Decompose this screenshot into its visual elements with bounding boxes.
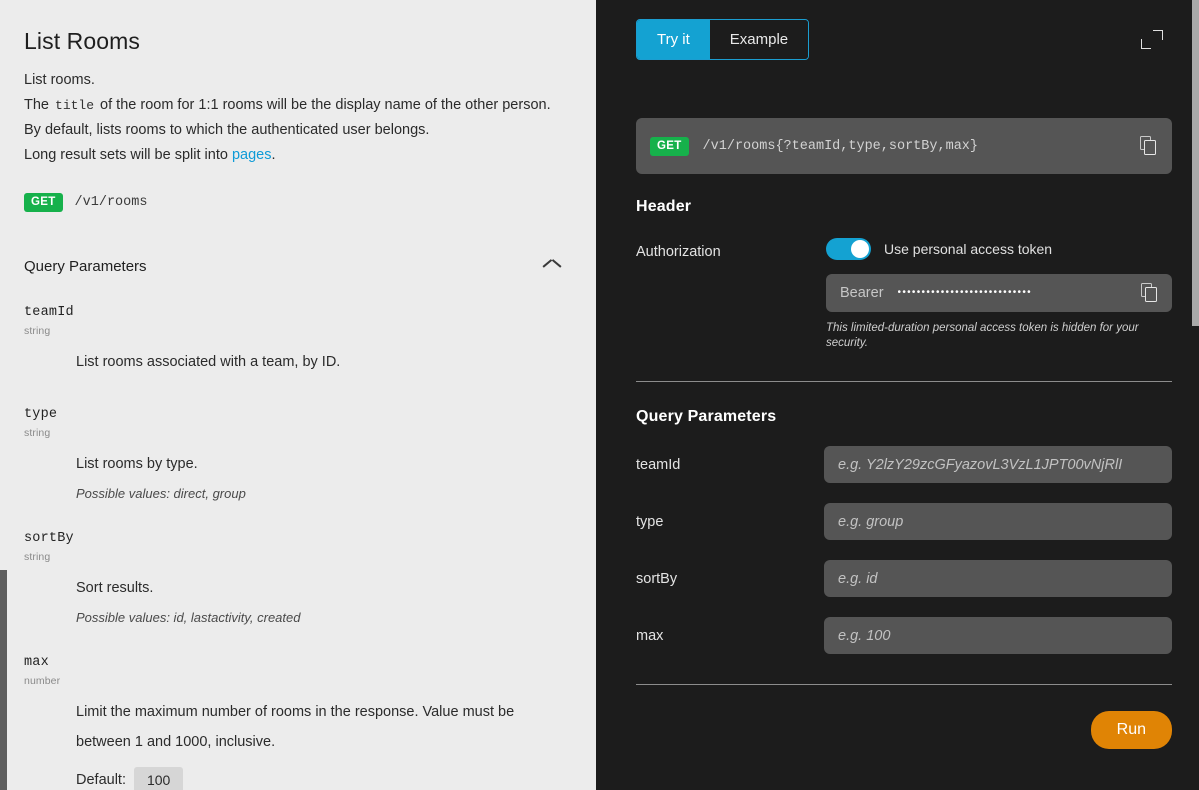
param-description: List rooms associated with a team, by ID…: [76, 347, 570, 377]
tab-example[interactable]: Example: [710, 20, 808, 59]
try-it-console-panel: Try it Example GET /v1/rooms{?teamId,typ…: [596, 0, 1199, 790]
query-parameters-heading: Query Parameters: [24, 258, 147, 275]
doc-paragraph-intro: List rooms.: [24, 69, 570, 92]
param-name: type: [24, 407, 570, 422]
param-default-row: Default: 100: [76, 767, 570, 790]
param-default-value: 100: [134, 767, 183, 790]
param-possible-values: Possible values: id, lastactivity, creat…: [76, 610, 570, 625]
doc-paragraph-pages: Long result sets will be split into page…: [24, 144, 570, 167]
expand-corner-top-right: [1153, 30, 1163, 40]
doc-paragraph-title-note: The title of the room for 1:1 rooms will…: [24, 94, 570, 117]
param-description: Limit the maximum number of rooms in the…: [76, 697, 570, 757]
bearer-token-field[interactable]: Bearer ••••••••••••••••••••••••••••: [826, 274, 1172, 312]
param-type-label: string: [24, 551, 570, 563]
console-tabs: Try it Example: [636, 19, 809, 60]
query-param-row-teamId: teamId: [636, 446, 1172, 483]
param-max: max number Limit the maximum number of r…: [24, 655, 570, 790]
http-method-badge: GET: [650, 137, 689, 156]
bearer-token-note: This limited-duration personal access to…: [826, 321, 1172, 351]
param-type: string: [24, 325, 570, 337]
param-type-label: string: [24, 427, 570, 439]
query-param-row-max: max: [636, 617, 1172, 654]
param-default-label: Default:: [76, 772, 126, 788]
use-personal-access-token-toggle[interactable]: [826, 238, 871, 260]
query-param-row-sortBy: sortBy: [636, 560, 1172, 597]
page-title: List Rooms: [24, 28, 570, 55]
query-parameters-section: Query Parameters teamId type sortBy max: [636, 408, 1172, 654]
documentation-panel: List Rooms List rooms. The title of the …: [0, 0, 596, 790]
expand-icon[interactable]: [1140, 28, 1164, 52]
authorization-label: Authorization: [636, 238, 826, 260]
param-name: max: [24, 655, 570, 670]
console-scrollbar[interactable]: [1192, 0, 1199, 326]
query-param-label: teamId: [636, 457, 824, 473]
query-param-label: max: [636, 628, 824, 644]
tab-try-it[interactable]: Try it: [637, 20, 710, 59]
param-possible-values: Possible values: direct, group: [76, 486, 570, 501]
query-param-input-teamId[interactable]: [824, 446, 1172, 483]
run-button-row: Run: [636, 711, 1172, 749]
section-divider: [636, 381, 1172, 382]
pages-link[interactable]: pages: [232, 147, 272, 163]
toggle-knob: [851, 240, 869, 258]
header-section: Header Authorization Use personal access…: [636, 198, 1172, 351]
endpoint-path: /v1/rooms: [75, 195, 148, 210]
endpoint-summary: GET /v1/rooms: [24, 193, 570, 212]
chevron-up-icon[interactable]: [544, 262, 560, 272]
param-type: type string List rooms by type. Possible…: [24, 407, 570, 501]
toggle-label: Use personal access token: [884, 241, 1052, 257]
api-reference-page: List Rooms List rooms. The title of the …: [0, 0, 1199, 790]
personal-access-token-toggle-row: Use personal access token: [826, 238, 1172, 260]
query-parameters-section-header[interactable]: Query Parameters: [24, 258, 570, 275]
console-toolbar: Try it Example: [636, 19, 1172, 60]
authorization-row: Authorization Use personal access token …: [636, 238, 1172, 351]
expand-corner-bottom-left: [1141, 39, 1151, 49]
param-sortBy: sortBy string Sort results. Possible val…: [24, 531, 570, 625]
param-name: sortBy: [24, 531, 570, 546]
section-divider-bottom: [636, 684, 1172, 685]
query-param-label: type: [636, 514, 824, 530]
doc-paragraph-default: By default, lists rooms to which the aut…: [24, 119, 570, 142]
query-parameters-title: Query Parameters: [636, 408, 1172, 426]
param-description: Sort results.: [76, 573, 570, 603]
request-url-text: /v1/rooms{?teamId,type,sortBy,max}: [703, 139, 1126, 154]
documentation-scrollbar[interactable]: [0, 570, 7, 790]
run-button[interactable]: Run: [1091, 711, 1172, 749]
title-note-after: of the room for 1:1 rooms will be the di…: [96, 97, 551, 113]
query-param-input-max[interactable]: [824, 617, 1172, 654]
copy-icon[interactable]: [1141, 283, 1159, 303]
param-type-label: number: [24, 675, 570, 687]
bearer-token-masked-value: ••••••••••••••••••••••••••••: [898, 274, 1127, 312]
title-note-before: The: [24, 97, 53, 113]
copy-icon[interactable]: [1140, 136, 1158, 156]
inline-code-title: title: [53, 98, 96, 113]
query-param-label: sortBy: [636, 571, 824, 587]
header-section-title: Header: [636, 198, 1172, 216]
copy-icon-front-sheet: [1145, 287, 1157, 302]
bearer-prefix-label: Bearer: [840, 285, 884, 301]
query-param-row-type: type: [636, 503, 1172, 540]
query-param-input-type[interactable]: [824, 503, 1172, 540]
http-method-badge: GET: [24, 193, 63, 212]
param-name: teamId: [24, 305, 570, 320]
request-url-bar: GET /v1/rooms{?teamId,type,sortBy,max}: [636, 118, 1172, 174]
pages-text-before: Long result sets will be split into: [24, 147, 232, 163]
copy-icon-front-sheet: [1144, 140, 1156, 155]
param-description: List rooms by type.: [76, 449, 570, 479]
pages-text-after: .: [271, 147, 275, 163]
query-param-input-sortBy[interactable]: [824, 560, 1172, 597]
param-teamId: teamId string List rooms associated with…: [24, 305, 570, 377]
